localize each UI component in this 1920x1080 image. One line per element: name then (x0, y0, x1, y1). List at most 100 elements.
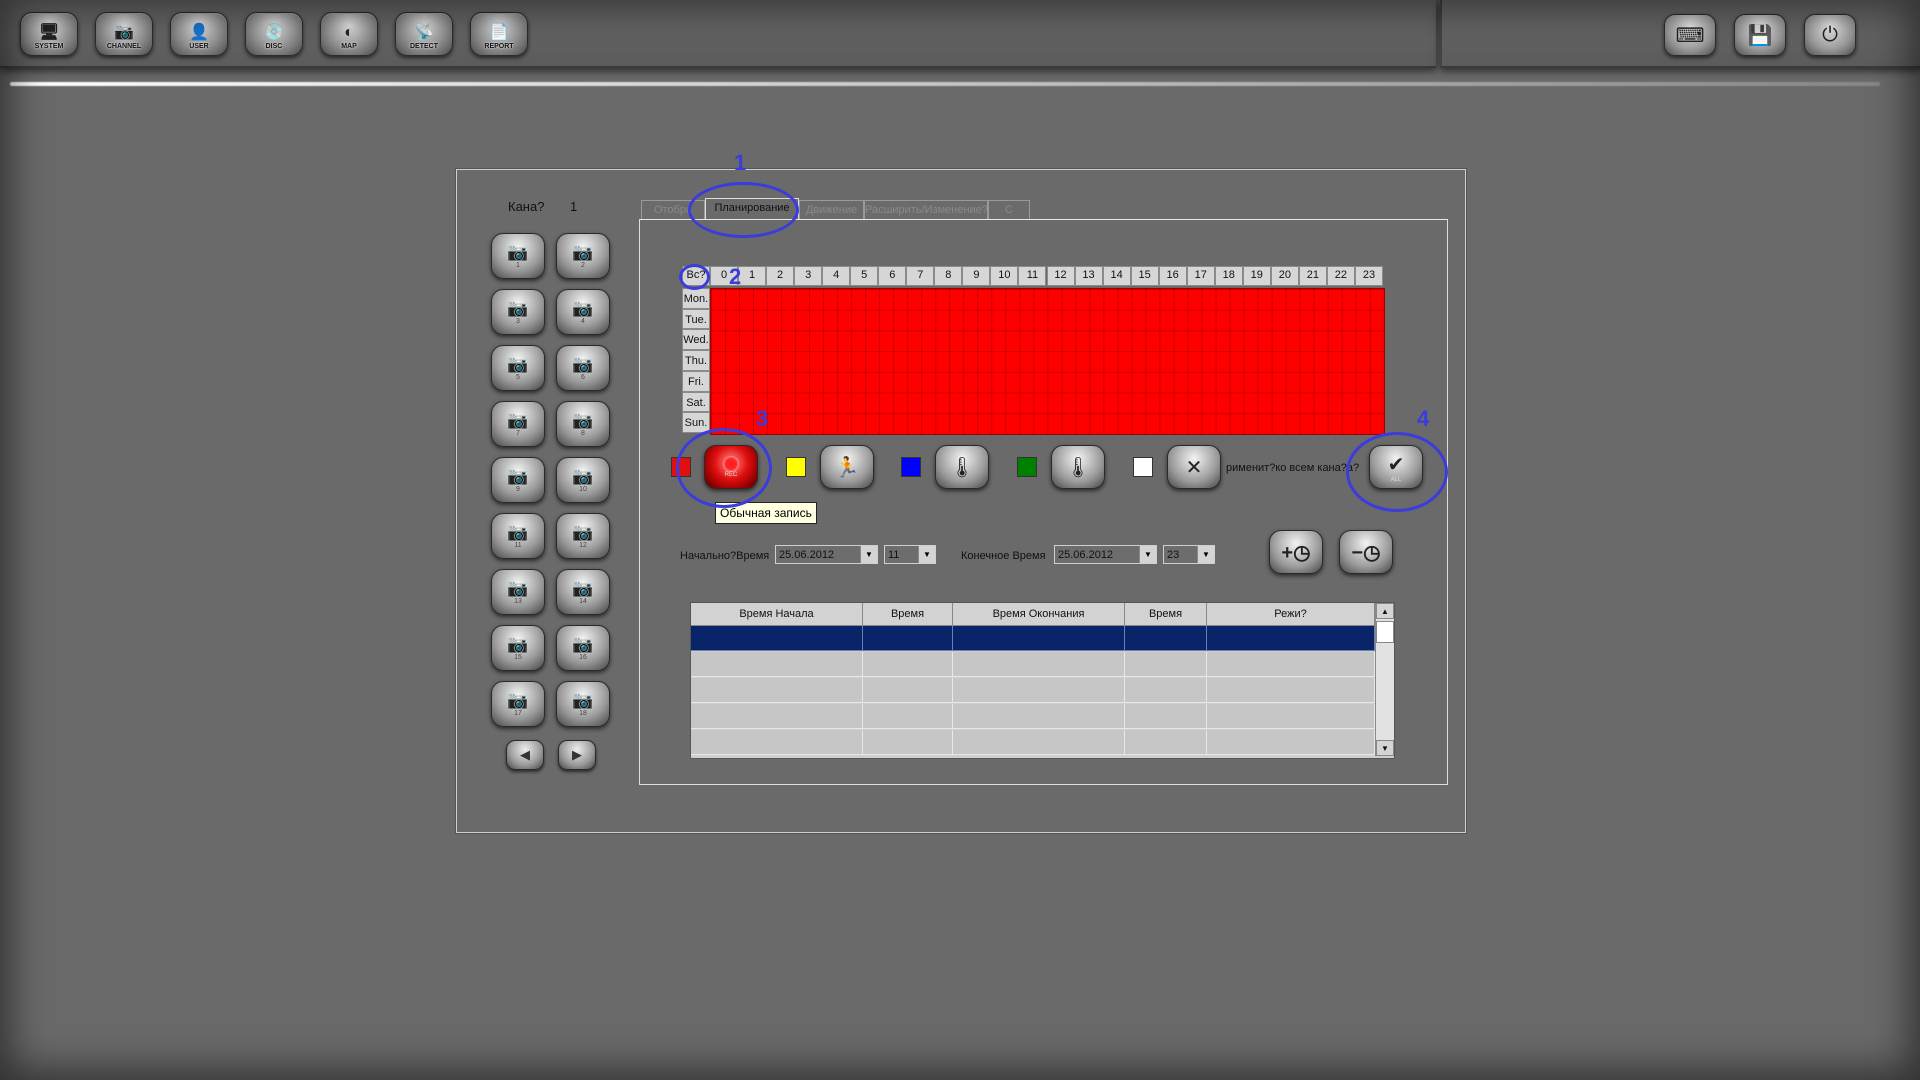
table-row[interactable] (691, 730, 1375, 755)
motion-alarm-record-button[interactable]: 🌡 (1051, 445, 1105, 489)
table-row[interactable] (691, 626, 1375, 651)
toolbar-user-button[interactable]: 👤 USER (170, 12, 228, 56)
hour-header[interactable]: 13 (1074, 266, 1103, 286)
scroll-up-icon[interactable]: ▲ (1376, 603, 1394, 619)
arrow-right-icon: ▶ (572, 747, 582, 762)
annotation-number-4: 4 (1417, 406, 1430, 431)
hour-header[interactable]: 8 (934, 266, 963, 286)
tab-1[interactable]: Отобра (641, 200, 705, 220)
hour-header[interactable]: 2 (766, 266, 795, 286)
regular-record-button[interactable]: REC (704, 445, 758, 489)
start-hour-select[interactable]: 11 ▼ (884, 545, 936, 564)
camera-number: 6 (581, 373, 585, 381)
toolbar-map-button[interactable]: ◐ MAP (320, 12, 378, 56)
hour-header[interactable]: 1 (738, 266, 767, 286)
end-hour-select[interactable]: 23 ▼ (1163, 545, 1215, 564)
day-header[interactable]: Fri. (682, 370, 710, 392)
camera-button-18[interactable]: 📷 18 (556, 681, 610, 727)
hour-header[interactable]: 5 (850, 266, 879, 286)
hour-header[interactable]: 10 (990, 266, 1019, 286)
day-header[interactable]: Thu. (682, 350, 710, 371)
hour-header[interactable]: 3 (794, 266, 823, 286)
table-row[interactable] (691, 704, 1375, 729)
camera-button-2[interactable]: 📷 2 (556, 233, 610, 279)
camera-button-9[interactable]: 📷 9 (491, 457, 545, 503)
hour-header[interactable]: 16 (1158, 266, 1187, 286)
camera-button-3[interactable]: 📷 3 (491, 289, 545, 335)
grid-corner-all[interactable]: Вс? (682, 266, 710, 286)
tab-5[interactable]: С (988, 200, 1030, 220)
schedule-cells[interactable] (710, 288, 1385, 435)
hour-header[interactable]: 23 (1354, 266, 1383, 286)
alarm-record-button[interactable]: 🌡 (935, 445, 989, 489)
disk-icon: 💿 (264, 24, 284, 41)
hour-header[interactable]: 6 (878, 266, 907, 286)
end-date-select[interactable]: 25.06.2012 ▼ (1054, 545, 1157, 564)
camera-button-10[interactable]: 📷 10 (556, 457, 610, 503)
column-header[interactable]: Время (863, 603, 953, 626)
tab-4[interactable]: Расширить/Изменение? (864, 200, 988, 220)
toolbar-detect-button[interactable]: 📡 DETECT (395, 12, 453, 56)
table-cell (953, 626, 1125, 651)
table-row[interactable] (691, 652, 1375, 677)
camera-button-14[interactable]: 📷 14 (556, 569, 610, 615)
column-header[interactable]: Режи? (1207, 603, 1375, 626)
camera-button-13[interactable]: 📷 13 (491, 569, 545, 615)
start-date-select[interactable]: 25.06.2012 ▼ (775, 545, 878, 564)
tab-3[interactable]: Движение (799, 200, 864, 220)
top-toolbar: 🖥 SYSTEM 📷 CHANNEL 👤 USER 💿 DISC ◐ MAP 📡 DETECT 📄 REP… (0, 0, 1436, 68)
day-header[interactable]: Wed. (682, 329, 710, 351)
scroll-thumb[interactable] (1376, 621, 1394, 643)
toolbar-disc-button[interactable]: 💿 DISC (245, 12, 303, 56)
camera-number: 3 (516, 317, 520, 325)
day-header[interactable]: Sat. (682, 391, 710, 413)
column-header[interactable]: Время Окончания (953, 603, 1125, 626)
power-button[interactable]: ⏻ (1804, 14, 1856, 56)
camera-button-4[interactable]: 📷 4 (556, 289, 610, 335)
toolbar-report-button[interactable]: 📄 REPORT (470, 12, 528, 56)
add-period-button[interactable]: +◷ (1269, 530, 1323, 574)
hour-header[interactable]: 11 (1018, 266, 1047, 286)
camera-button-17[interactable]: 📷 17 (491, 681, 545, 727)
hour-header[interactable]: 7 (906, 266, 935, 286)
clear-schedule-button[interactable]: ✕ (1167, 445, 1221, 489)
hour-header[interactable]: 19 (1242, 266, 1271, 286)
hour-header[interactable]: 18 (1214, 266, 1243, 286)
toolbar-channel-button[interactable]: 📷 CHANNEL (95, 12, 153, 56)
hour-header[interactable]: 20 (1270, 266, 1299, 286)
prev-page-button[interactable]: ◀ (506, 740, 544, 770)
table-row[interactable] (691, 678, 1375, 703)
hour-header[interactable]: 21 (1298, 266, 1327, 286)
column-header[interactable]: Время Начала (691, 603, 863, 626)
hour-header[interactable]: 9 (962, 266, 991, 286)
day-header[interactable]: Tue. (682, 308, 710, 330)
motion-record-button[interactable]: 🏃 (820, 445, 874, 489)
hour-header[interactable]: 12 (1046, 266, 1075, 286)
next-page-button[interactable]: ▶ (558, 740, 596, 770)
camera-button-1[interactable]: 📷 1 (491, 233, 545, 279)
camera-button-7[interactable]: 📷 7 (491, 401, 545, 447)
day-header[interactable]: Sun. (682, 412, 710, 433)
day-header[interactable]: Mon. (682, 288, 710, 309)
hour-header[interactable]: 14 (1102, 266, 1131, 286)
save-button[interactable]: 💾 (1734, 14, 1786, 56)
camera-button-5[interactable]: 📷 5 (491, 345, 545, 391)
scroll-down-icon[interactable]: ▼ (1376, 740, 1394, 756)
tab-2[interactable]: Планирование (705, 198, 799, 220)
keyboard-button[interactable]: ⌨ (1664, 14, 1716, 56)
column-header[interactable]: Время (1125, 603, 1207, 626)
camera-button-8[interactable]: 📷 8 (556, 401, 610, 447)
hour-header[interactable]: 22 (1326, 266, 1355, 286)
toolbar-system-button[interactable]: 🖥 SYSTEM (20, 12, 78, 56)
hour-header[interactable]: 17 (1186, 266, 1215, 286)
apply-all-button[interactable]: ✔ ALL (1369, 445, 1423, 489)
remove-period-button[interactable]: −◷ (1339, 530, 1393, 574)
hour-header[interactable]: 15 (1130, 266, 1159, 286)
camera-button-15[interactable]: 📷 15 (491, 625, 545, 671)
hour-header[interactable]: 4 (822, 266, 851, 286)
camera-button-11[interactable]: 📷 11 (491, 513, 545, 559)
camera-button-6[interactable]: 📷 6 (556, 345, 610, 391)
camera-button-16[interactable]: 📷 16 (556, 625, 610, 671)
camera-button-12[interactable]: 📷 12 (556, 513, 610, 559)
table-scrollbar[interactable]: ▲ ▼ (1375, 603, 1394, 756)
